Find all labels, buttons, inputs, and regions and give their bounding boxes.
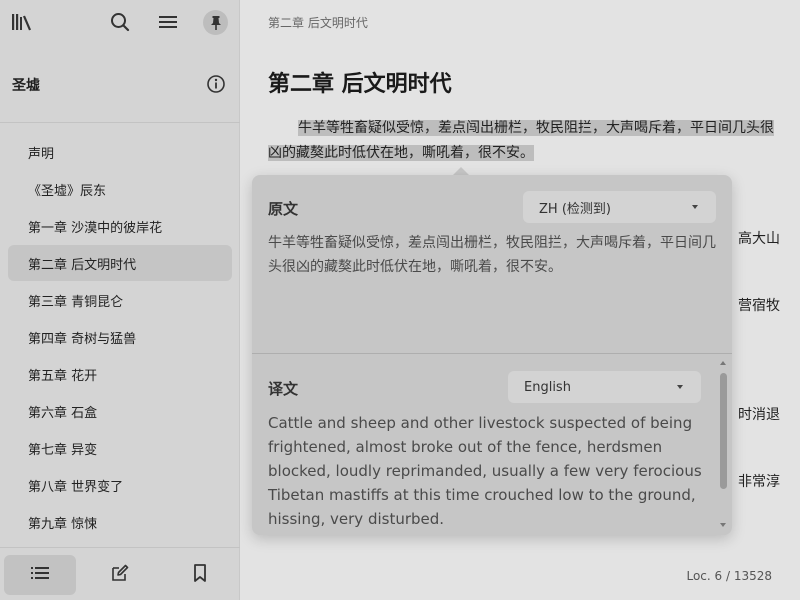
toc-item-label: 第六章 石盒 <box>28 405 98 421</box>
target-language-value: English <box>524 379 571 395</box>
list-icon <box>30 565 50 585</box>
toc-item[interactable]: 声明 <box>8 134 232 170</box>
notes-tab-button[interactable] <box>84 555 156 595</box>
edit-icon <box>110 563 130 587</box>
toc-tab-button[interactable] <box>4 555 76 595</box>
sidebar-toolbar <box>0 0 240 45</box>
info-icon[interactable] <box>205 73 227 95</box>
toc-item[interactable]: 第一章 沙漠中的彼岸花 <box>8 208 232 244</box>
text-fragment: 营宿牧 <box>738 298 780 314</box>
target-label: 译文 <box>268 380 299 398</box>
translated-text: Cattle and sheep and other livestock sus… <box>268 414 702 528</box>
scroll-up-arrow[interactable] <box>720 361 726 365</box>
library-icon[interactable] <box>10 11 34 33</box>
text-fragment: 高大山 <box>738 231 780 247</box>
scrollbar[interactable] <box>720 361 728 531</box>
toc-item[interactable]: 第九章 惊悚 <box>8 504 232 540</box>
divider <box>252 353 732 354</box>
toc-item-label: 第八章 世界变了 <box>28 479 124 495</box>
toc-item-label: 《圣墟》辰东 <box>28 183 107 199</box>
breadcrumb: 第二章 后文明时代 <box>268 16 368 30</box>
search-icon[interactable] <box>108 10 132 34</box>
toc-item[interactable]: 第六章 石盒 <box>8 393 232 429</box>
toc-item[interactable]: 第四章 奇树与猛兽 <box>8 319 232 355</box>
toc-item-active[interactable]: 第二章 后文明时代 <box>8 245 232 281</box>
chapter-title: 第二章 后文明时代 <box>268 72 452 97</box>
toc-item[interactable]: 《圣墟》辰东 <box>8 171 232 207</box>
toc-item-label: 声明 <box>28 146 55 162</box>
toc-item-label: 第九章 惊悚 <box>28 516 98 532</box>
menu-icon[interactable] <box>156 10 180 34</box>
toc-item[interactable]: 第八章 世界变了 <box>8 467 232 503</box>
toc-item-label: 第三章 青铜昆仑 <box>28 294 124 310</box>
book-title: 圣墟 <box>12 78 40 94</box>
toc-item[interactable]: 第七章 异变 <box>8 430 232 466</box>
toc-item-label: 第一章 沙漠中的彼岸花 <box>28 220 163 236</box>
pin-icon[interactable] <box>203 10 228 35</box>
sidebar: 圣墟 声明 《圣墟》辰东 第一章 沙漠中的彼岸花 第二章 后文明时代 第三章 青… <box>0 0 240 600</box>
source-language-value: ZH (检测到) <box>539 201 611 217</box>
chevron-down-icon <box>677 385 683 389</box>
toc-item[interactable]: 第三章 青铜昆仑 <box>8 282 232 318</box>
text-fragment: 非常淳 <box>738 474 780 490</box>
sidebar-bottom-tabs <box>0 547 240 600</box>
location-indicator: Loc. 6 / 13528 <box>686 569 772 583</box>
source-text: 牛羊等牲畜疑似受惊，差点闯出栅栏，牧民阻拦，大声喝斥着，平日间几头很凶的藏獒此时… <box>268 235 716 275</box>
book-header: 圣墟 <box>0 45 240 123</box>
scroll-down-arrow[interactable] <box>720 523 726 527</box>
scrollbar-thumb[interactable] <box>720 373 727 489</box>
toc-item-label: 第五章 花开 <box>28 368 98 384</box>
selected-paragraph[interactable]: 牛羊等牲畜疑似受惊，差点闯出栅栏，牧民阻拦，大声喝斥着，平日间几头很凶的藏獒此时… <box>268 116 778 166</box>
source-label: 原文 <box>268 200 299 218</box>
text-fragment: 时消退 <box>738 407 780 423</box>
text-selection-highlight[interactable]: 牛羊等牲畜疑似受惊，差点闯出栅栏，牧民阻拦，大声喝斥着，平日间几头很凶的藏獒此时… <box>268 120 774 161</box>
chevron-down-icon <box>692 205 698 209</box>
source-language-select[interactable]: ZH (检测到) <box>523 191 716 223</box>
toc-item[interactable]: 第五章 花开 <box>8 356 232 392</box>
bookmark-icon <box>192 563 208 587</box>
translation-popup: 原文 ZH (检测到) 牛羊等牲畜疑似受惊，差点闯出栅栏，牧民阻拦，大声喝斥着，… <box>252 175 732 535</box>
toc-item-label: 第四章 奇树与猛兽 <box>28 331 137 347</box>
toc-item-label: 第二章 后文明时代 <box>28 257 137 273</box>
toc-item-label: 第七章 异变 <box>28 442 98 458</box>
table-of-contents: 声明 《圣墟》辰东 第一章 沙漠中的彼岸花 第二章 后文明时代 第三章 青铜昆仑… <box>0 134 240 544</box>
bookmarks-tab-button[interactable] <box>164 555 236 595</box>
target-language-select[interactable]: English <box>508 371 701 403</box>
